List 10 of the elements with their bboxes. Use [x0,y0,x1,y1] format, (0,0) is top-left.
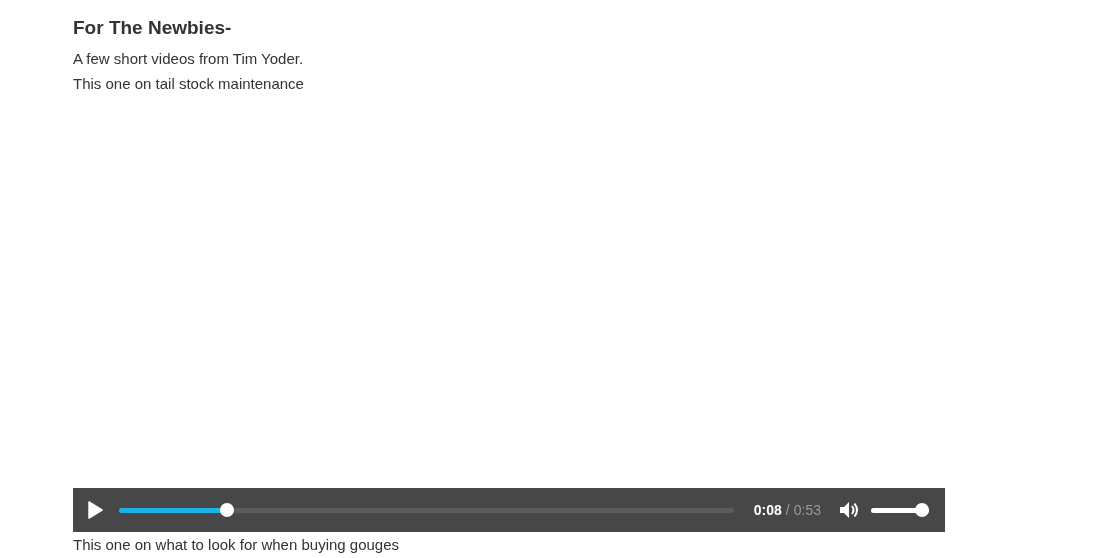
video-caption: This one on tail stock maintenance [73,74,305,94]
slider-thumb[interactable] [219,503,234,517]
current-time: 0:08 [753,502,782,518]
play-button[interactable] [85,499,105,521]
section-heading: For The Newbies- [73,16,233,40]
duration-time: 0:53 [793,502,821,518]
time-separator: / [785,502,790,518]
video-caption: This one on what to look for when buying gouges [73,535,401,555]
intro-text: A few short videos from Tim Yoder. [73,49,305,69]
slider-thumb[interactable] [915,503,929,517]
